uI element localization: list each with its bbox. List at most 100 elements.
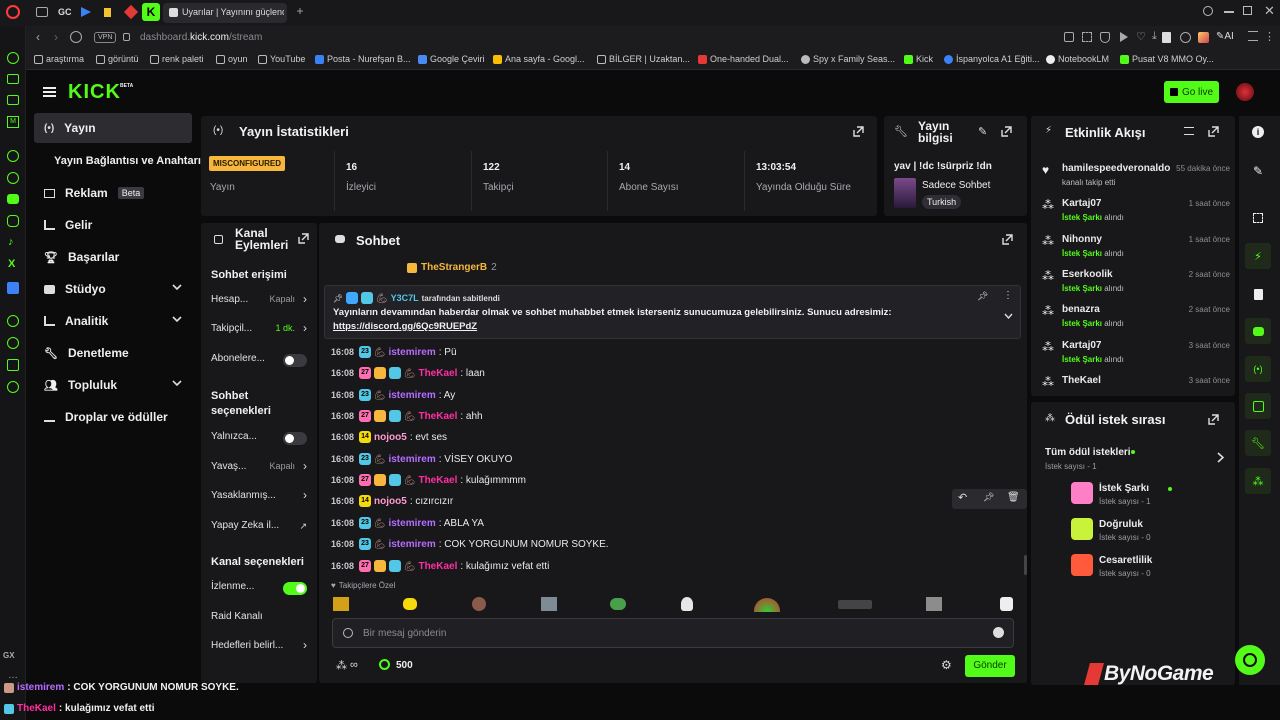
go-live-button[interactable]: Go live [1164, 81, 1219, 103]
message-username[interactable]: istemirem [388, 390, 435, 401]
activity-event[interactable]: ⁂ Nihonny 1 saat önce İstek Şarkı alındı [1040, 232, 1230, 266]
category-name[interactable]: Sadece Sohbet [922, 180, 990, 191]
sidebar-item-denetleme[interactable]: 🔧︎ Denetleme [34, 338, 192, 368]
action-row-slow-mode[interactable]: Yavaş... Kapalı › [201, 459, 317, 481]
sidebar-item-studyo[interactable]: Stüdyo [34, 274, 192, 304]
chat-message[interactable]: 16:08 27 💪︎ TheKael: laan [331, 364, 485, 382]
sidebar-item-droplar[interactable]: Droplar ve ödüller [34, 402, 192, 432]
chat-scrollbar-thumb[interactable] [1024, 555, 1027, 575]
popout-icon[interactable] [1208, 126, 1219, 137]
bookmark-item[interactable]: renk paleti [150, 54, 204, 64]
chat-input-box[interactable]: Bir mesaj gönderin [332, 618, 1014, 648]
reward-tool-icon[interactable]: ⁂ [1245, 468, 1271, 494]
document-icon[interactable] [1245, 281, 1271, 307]
reward-queue-item[interactable]: Cesaretlilik İstek sayısı - 0 [1071, 552, 1253, 582]
bookmark-item[interactable]: One-handed Dual... [698, 54, 789, 64]
chat-message[interactable]: 16:08 23 💪︎ istemirem: COK YORGUNUM NOMUR S… [331, 535, 609, 553]
activity-event[interactable]: ⁂ Eserkoolik 2 saat önce İstek Şarkı alındı [1040, 267, 1230, 301]
tab-play-icon[interactable] [81, 7, 91, 17]
chat-message[interactable]: 16:08 23 💪︎ istemirem: VİSEY OKUYO [331, 450, 512, 468]
bookmark-item[interactable]: İspanyolca A1 Eğiti... [944, 54, 1040, 64]
popout-icon[interactable] [1001, 126, 1012, 137]
notes-ext-icon[interactable] [1162, 32, 1171, 43]
all-rewards-row[interactable]: Tüm ödül istekleri İstek sayısı - 1 [1045, 446, 1225, 474]
download-icon[interactable]: ⤓ [1152, 30, 1157, 43]
chat-settings-dots-icon[interactable]: ⁂ [336, 659, 347, 672]
broadcast-tool-icon[interactable]: (•) [1245, 356, 1271, 382]
action-row-followers-only[interactable]: Takipçil... 1 dk. › [201, 321, 317, 343]
opera-gx-logo-icon[interactable] [6, 5, 20, 19]
chat-message[interactable]: 16:08 27 💪︎ TheKael: kulağımmmm [331, 471, 526, 489]
message-username[interactable]: TheKael [418, 475, 457, 486]
tab-preview-icon[interactable] [36, 7, 48, 17]
sidebar-item-gelir[interactable]: Gelir [34, 210, 192, 240]
activity-event[interactable]: ♥ hamilespeedveronaldo 55 dakika önce kanal… [1040, 161, 1230, 195]
settings-gear-icon[interactable] [7, 381, 19, 393]
message-username[interactable]: istemirem [388, 347, 435, 358]
edit-pencil-icon[interactable]: ✎ [1245, 158, 1271, 184]
chat-message[interactable]: 16:08 23 💪︎ istemirem: Ay [331, 386, 455, 404]
snapshot-icon[interactable] [1082, 32, 1092, 42]
chat-settings-gear-icon[interactable]: ⚙ [941, 658, 952, 672]
emote[interactable] [838, 600, 872, 609]
info-icon[interactable]: i [1245, 119, 1271, 145]
colorpicker-ext-icon[interactable] [1198, 32, 1209, 43]
lightning-tool-icon[interactable]: ⚡︎ [1245, 243, 1271, 269]
vpn-badge[interactable]: VPN [94, 32, 117, 43]
emote-only-toggle[interactable] [283, 432, 307, 445]
popout-icon[interactable] [1208, 414, 1219, 425]
message-username[interactable]: nojoo5 [374, 432, 407, 443]
reply-icon[interactable]: ↶ [958, 491, 967, 504]
chat-tool-icon[interactable] [1245, 318, 1271, 344]
action-row-ai-moderation[interactable]: Yapay Zeka il... ↗ [201, 520, 317, 540]
bookmark-item[interactable]: Posta - Nurefşan B... [315, 54, 411, 64]
history-icon[interactable] [7, 337, 19, 349]
bookmark-item[interactable]: görüntü [96, 54, 139, 64]
player-icon[interactable] [7, 315, 19, 327]
activity-event[interactable]: ⁂ Kartaj07 1 saat önce İstek Şarkı alındı [1040, 196, 1230, 230]
tab-gc[interactable]: GC [58, 7, 72, 17]
chat-message[interactable]: 16:08 14 nojoo5: cızırcızır [331, 492, 453, 510]
message-username[interactable]: TheKael [418, 368, 457, 379]
url-field[interactable]: dashboard.kick.com/stream [140, 32, 262, 43]
more-vertical-icon[interactable]: ⋮ [1264, 30, 1275, 43]
bookmark-item[interactable]: araştırma [34, 54, 84, 64]
bookmark-item[interactable]: Ana sayfa - Googl... [493, 54, 585, 64]
chevron-down-icon[interactable] [1004, 313, 1013, 319]
extension-puzzle-icon[interactable] [1180, 32, 1191, 43]
lock-icon[interactable] [123, 33, 130, 41]
sidebar-item-basarilar[interactable]: 🏆︎ Başarılar [34, 242, 192, 272]
camera-icon[interactable] [1064, 32, 1074, 42]
chat-message[interactable]: 16:08 23 💪︎ istemirem: ABLA YA [331, 514, 484, 532]
scan-icon[interactable] [1245, 205, 1271, 231]
gx-corner-icon[interactable] [7, 95, 19, 105]
subscribers-only-toggle[interactable] [283, 354, 307, 367]
maximize-icon[interactable] [1243, 6, 1252, 15]
sidebar-item-topluluk[interactable]: 👥︎ Topluluk [34, 370, 192, 400]
close-window-icon[interactable]: ✕ [1264, 3, 1275, 19]
edit-pencil-icon[interactable]: ✎ [978, 125, 987, 138]
sidebar-item-analitik[interactable]: Analitik [34, 306, 192, 336]
user-avatar[interactable] [1236, 83, 1254, 101]
discord-icon[interactable] [7, 194, 19, 204]
bookmark-item[interactable]: Pusat V8 MMO Oy... [1120, 54, 1214, 64]
chat-message[interactable]: 16:08 14 nojoo5: evt ses [331, 428, 447, 446]
bookmark-item[interactable]: NotebookLM [1046, 54, 1109, 64]
popout-icon[interactable] [1002, 234, 1013, 245]
send-button[interactable]: Gönder [965, 655, 1015, 677]
sidebar-item-stream-key[interactable]: Yayın Bağlantısı ve Anahtarı [44, 146, 204, 176]
emote[interactable] [333, 597, 349, 611]
message-username[interactable]: istemirem [388, 518, 435, 529]
heart-icon[interactable]: ♡ [1136, 30, 1146, 43]
emote[interactable] [472, 597, 486, 611]
pinned-link[interactable]: https://discord.gg/6Qc9RUEPdZ [333, 321, 477, 332]
pin-icon[interactable]: 📌︎ [983, 492, 994, 503]
music-icon[interactable] [7, 150, 19, 162]
back-icon[interactable]: ‹ [36, 30, 40, 44]
watch-toggle[interactable] [283, 582, 307, 595]
action-row-goals[interactable]: Hedefleri belirl... › [201, 638, 317, 660]
unpin-icon[interactable]: 📌︎ [977, 291, 988, 302]
more-dots-icon[interactable]: … [8, 670, 18, 681]
chat-message[interactable]: 16:08 27 💪︎ TheKael: kulağımız vefat etti [331, 557, 549, 575]
activity-event[interactable]: ⁂ benazra 2 saat önce İstek Şarkı alındı [1040, 302, 1230, 336]
